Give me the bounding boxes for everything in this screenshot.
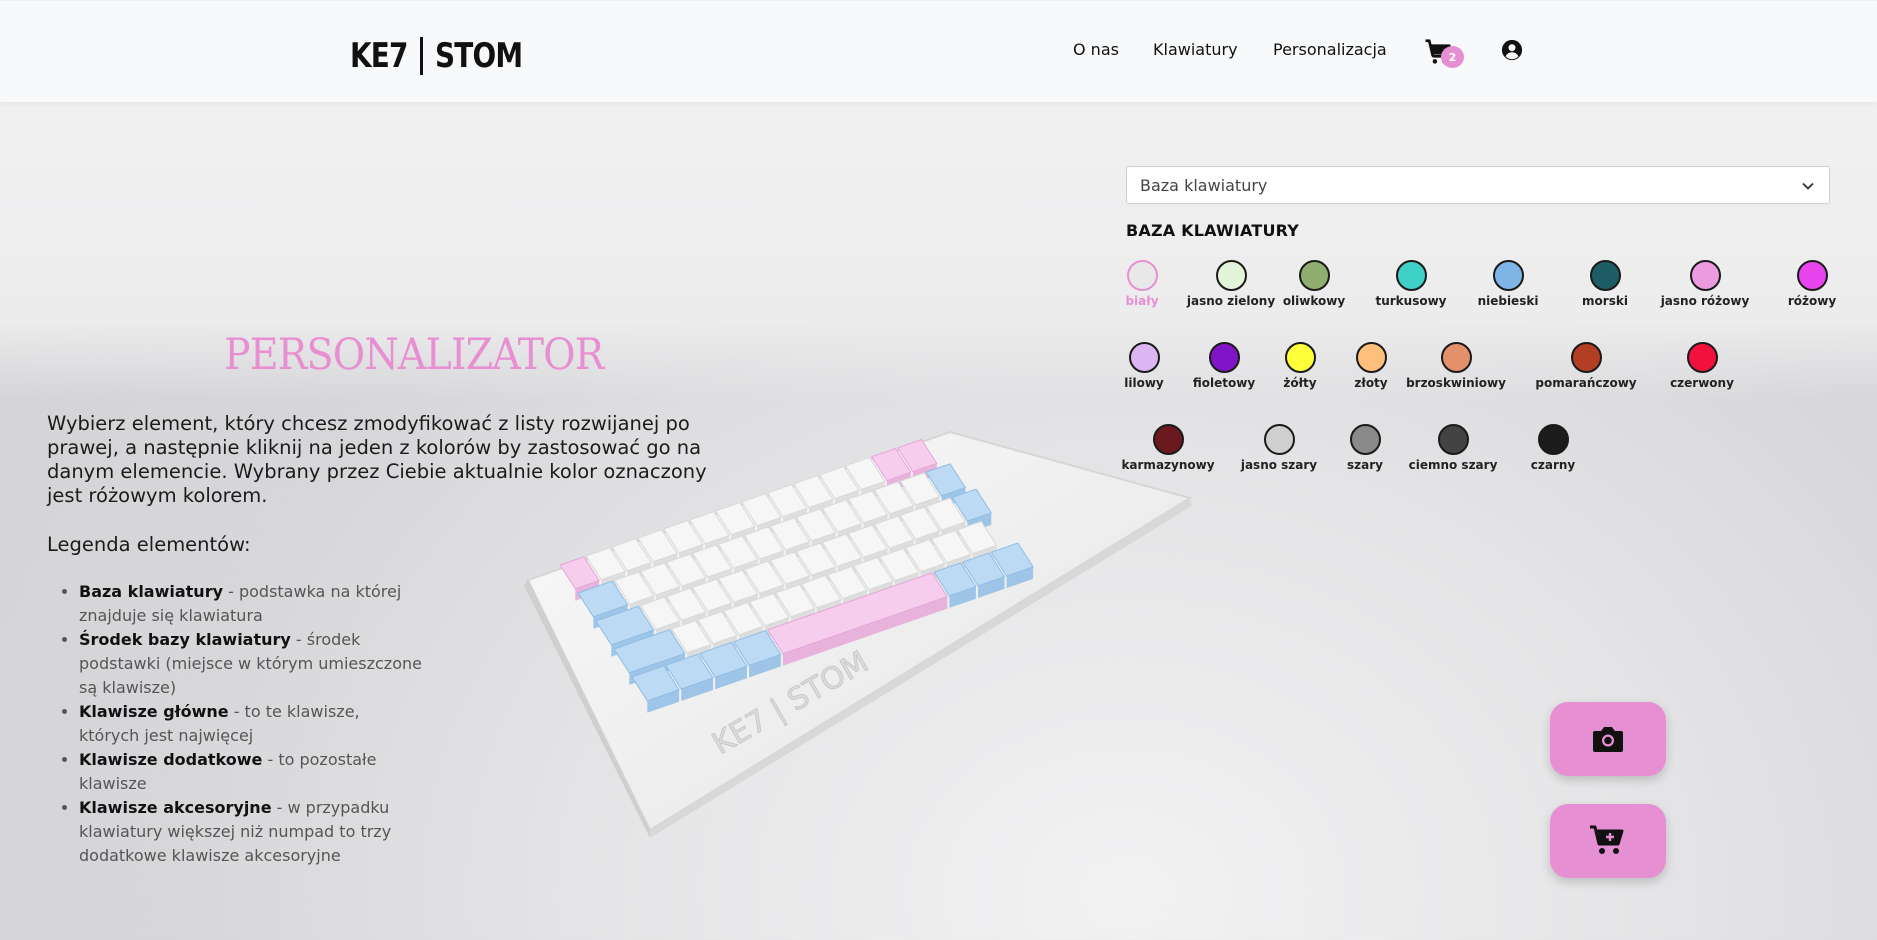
color-dot[interactable] xyxy=(1126,260,1158,291)
cart-count-badge: 2 xyxy=(1441,46,1464,68)
color-dot[interactable] xyxy=(1689,260,1721,291)
color-label: czerwony xyxy=(1670,376,1734,390)
color-dot[interactable] xyxy=(1355,342,1387,373)
legend-item: Środek bazy klawiatury - środek podstawk… xyxy=(79,628,424,700)
color-dot[interactable] xyxy=(1395,260,1427,291)
nav-link-keyboards[interactable]: Klawiatury xyxy=(1153,40,1238,59)
color-dot[interactable] xyxy=(1589,260,1621,291)
color-dot[interactable] xyxy=(1440,342,1472,373)
color-dot[interactable] xyxy=(1263,424,1295,455)
element-select-value: Baza klawiatury xyxy=(1140,176,1268,195)
logo-divider xyxy=(420,37,424,75)
color-dot[interactable] xyxy=(1437,424,1469,455)
logo[interactable]: KE7 STOM xyxy=(350,36,542,76)
color-dot[interactable] xyxy=(1215,260,1247,291)
color-swatch[interactable]: brzoskwiniowy xyxy=(1386,342,1526,390)
chevron-down-icon xyxy=(1802,182,1814,190)
legend-term: Baza klawiatury xyxy=(79,582,224,601)
color-dot[interactable] xyxy=(1152,424,1184,455)
add-to-cart-button[interactable] xyxy=(1550,804,1666,878)
color-dot[interactable] xyxy=(1298,260,1330,291)
color-swatch[interactable]: czarny xyxy=(1483,424,1623,472)
color-swatch[interactable]: różowy xyxy=(1742,260,1877,308)
section-heading: BAZA KLAWIATURY xyxy=(1126,221,1300,240)
site-header: KE7 STOM O nas Klawiatury Personalizacja… xyxy=(0,1,1877,102)
color-dot[interactable] xyxy=(1686,342,1718,373)
legend-term: Klawisze akcesoryjne xyxy=(79,798,272,817)
legend-heading: Legenda elementów: xyxy=(47,533,251,556)
screenshot-button[interactable] xyxy=(1550,702,1666,776)
legend-item: Klawisze główne - to te klawisze, któryc… xyxy=(79,700,424,748)
color-swatch[interactable]: czerwony xyxy=(1632,342,1772,390)
color-dot[interactable] xyxy=(1570,342,1602,373)
element-select[interactable]: Baza klawiatury xyxy=(1126,166,1830,204)
color-dot[interactable] xyxy=(1492,260,1524,291)
nav-link-about[interactable]: O nas xyxy=(1073,40,1119,59)
legend-item: Klawisze dodatkowe - to pozostałe klawis… xyxy=(79,748,424,796)
legend-list: Baza klawiatury - podstawka na której zn… xyxy=(79,580,424,868)
legend-term: Klawisze dodatkowe xyxy=(79,750,263,769)
legend-item: Klawisze akcesoryjne - w przypadku klawi… xyxy=(79,796,424,868)
color-dot[interactable] xyxy=(1796,260,1828,291)
color-dot[interactable] xyxy=(1349,424,1381,455)
camera-icon xyxy=(1593,727,1623,752)
nav-link-personalization[interactable]: Personalizacja xyxy=(1273,40,1387,59)
color-dot[interactable] xyxy=(1537,424,1569,455)
legend-term: Klawisze główne xyxy=(79,702,229,721)
logo-right: STOM xyxy=(435,36,523,76)
logo-left: KE7 xyxy=(350,36,408,76)
color-swatches: biały jasno zielony oliwkowy turkusowy niebi… xyxy=(1121,260,1877,500)
keyboard-3d-preview[interactable]: KE7 | STOM xyxy=(520,420,1220,850)
user-circle-icon[interactable] xyxy=(1501,39,1523,61)
legend-item: Baza klawiatury - podstawka na której zn… xyxy=(79,580,424,628)
cart-plus-icon xyxy=(1590,825,1624,854)
legend-term: Środek bazy klawiatury xyxy=(79,630,291,649)
page-title: PERSONALIZATOR xyxy=(224,330,604,380)
color-label: czarny xyxy=(1530,458,1576,472)
color-label: brzoskwiniowy xyxy=(1406,376,1506,390)
color-label: różowy xyxy=(1787,294,1837,308)
